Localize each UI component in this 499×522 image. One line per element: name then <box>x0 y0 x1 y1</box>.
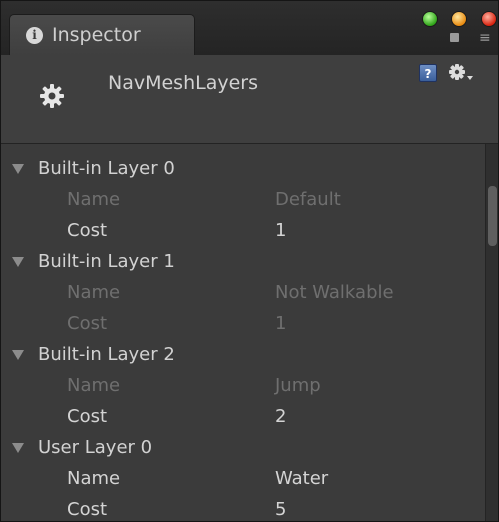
foldout-arrow-icon[interactable] <box>12 257 24 267</box>
foldout-arrow-icon[interactable] <box>12 164 24 174</box>
name-field: Jump <box>275 375 321 396</box>
name-field: Default <box>275 189 341 210</box>
cost-field: 1 <box>275 313 287 334</box>
tab-inspector[interactable]: i Inspector <box>9 14 195 55</box>
foldout-arrow-icon[interactable] <box>12 443 24 453</box>
layer-0-foldout[interactable]: Built-in Layer 0 <box>1 153 485 184</box>
cost-field[interactable]: 1 <box>275 220 286 242</box>
name-field[interactable]: Water <box>275 468 328 490</box>
layer-list: Built-in Layer 0 Name Default Cost 1 Bui… <box>1 144 485 521</box>
layer-0-name-row: Name Default <box>1 184 485 215</box>
lock-icon[interactable] <box>450 33 459 42</box>
layer-label: Built-in Layer 2 <box>38 344 175 365</box>
name-label: Name <box>67 375 121 396</box>
cost-label: Cost <box>67 499 108 520</box>
layer-1-cost-row: Cost 1 <box>1 308 485 339</box>
window-green-button[interactable] <box>422 11 438 27</box>
pane-options-icon[interactable]: ≡ <box>479 31 491 45</box>
user-layer-0-cost-row: Cost 5 <box>1 494 485 521</box>
cost-label: Cost <box>67 313 108 334</box>
layer-2-foldout[interactable]: Built-in Layer 2 <box>1 339 485 370</box>
inspector-header: NavMeshLayers ? <box>1 55 498 144</box>
settings-gear-icon[interactable] <box>448 63 474 83</box>
layer-1-foldout[interactable]: Built-in Layer 1 <box>1 246 485 277</box>
name-label: Name <box>67 282 121 303</box>
inspector-window: i Inspector ≡ NavMeshLayers ? Built-in L… <box>0 0 499 522</box>
layer-1-name-row: Name Not Walkable <box>1 277 485 308</box>
window-red-button[interactable] <box>481 11 497 27</box>
layer-2-cost-row: Cost 2 <box>1 401 485 432</box>
layer-0-cost-row: Cost 1 <box>1 215 485 246</box>
info-icon: i <box>26 27 43 44</box>
name-label: Name <box>67 468 121 489</box>
foldout-arrow-icon[interactable] <box>12 350 24 360</box>
cost-field[interactable]: 2 <box>275 406 286 428</box>
tab-label: Inspector <box>52 24 141 46</box>
cost-label: Cost <box>67 220 108 241</box>
gear-icon <box>40 84 64 108</box>
cost-label: Cost <box>67 406 108 427</box>
help-icon[interactable]: ? <box>419 64 437 82</box>
window-yellow-button[interactable] <box>451 11 467 27</box>
layer-2-name-row: Name Jump <box>1 370 485 401</box>
cost-field[interactable]: 5 <box>275 499 286 521</box>
name-field: Not Walkable <box>275 282 394 303</box>
scrollbar-thumb[interactable] <box>488 186 497 246</box>
user-layer-0-name-row: Name Water <box>1 463 485 494</box>
window-tab-bar: i Inspector ≡ <box>1 1 498 55</box>
asset-title: NavMeshLayers <box>108 72 258 94</box>
layer-label: Built-in Layer 0 <box>38 158 175 179</box>
user-layer-0-foldout[interactable]: User Layer 0 <box>1 432 485 463</box>
layer-label: User Layer 0 <box>38 437 153 458</box>
vertical-scrollbar[interactable] <box>485 144 498 521</box>
name-label: Name <box>67 189 121 210</box>
layer-label: Built-in Layer 1 <box>38 251 175 272</box>
